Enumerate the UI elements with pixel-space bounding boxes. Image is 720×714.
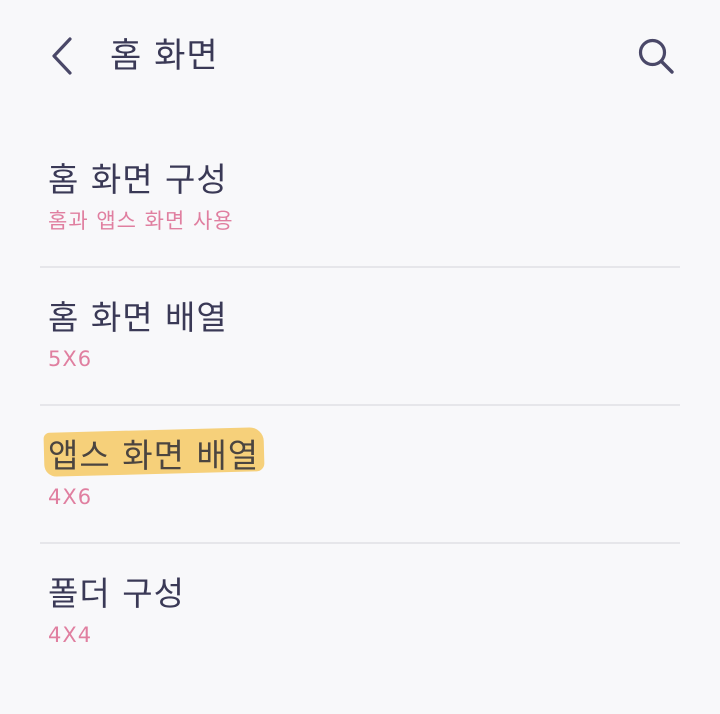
setting-title: 홈 화면 구성 xyxy=(48,160,228,199)
setting-subtitle: 5X6 xyxy=(48,347,93,371)
chevron-left-icon xyxy=(52,37,72,75)
setting-item-home-screen-layout[interactable]: 홈 화면 구성 홈과 앱스 화면 사용 xyxy=(0,130,720,268)
setting-item-apps-screen-grid[interactable]: 앱스 화면 배열 4X6 xyxy=(0,406,720,544)
setting-item-home-screen-grid[interactable]: 홈 화면 배열 5X6 xyxy=(0,268,720,406)
setting-subtitle: 홈과 앱스 화면 사용 xyxy=(48,209,234,233)
settings-list: 홈 화면 구성 홈과 앱스 화면 사용 홈 화면 배열 5X6 앱스 화면 배열… xyxy=(0,130,720,682)
search-icon xyxy=(638,38,674,74)
back-button[interactable] xyxy=(38,28,86,84)
app-header: 홈 화면 xyxy=(0,0,720,114)
setting-subtitle: 4X6 xyxy=(48,485,93,509)
setting-title: 앱스 화면 배열 xyxy=(48,436,260,475)
setting-title: 폴더 구성 xyxy=(48,574,185,613)
setting-title: 홈 화면 배열 xyxy=(48,298,228,337)
page-title: 홈 화면 xyxy=(110,36,219,76)
setting-subtitle: 4X4 xyxy=(48,623,93,647)
setting-item-folder-grid[interactable]: 폴더 구성 4X4 xyxy=(0,544,720,682)
search-button[interactable] xyxy=(630,30,682,82)
